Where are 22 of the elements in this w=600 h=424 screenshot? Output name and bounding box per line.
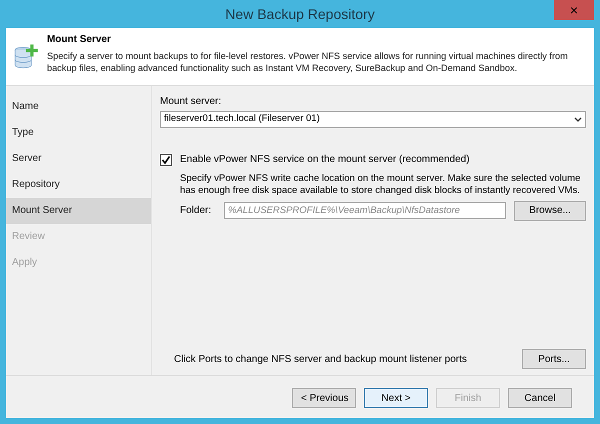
nfs-checkbox[interactable] (160, 154, 172, 166)
sidebar-item[interactable]: Server (6, 146, 151, 172)
browse-button[interactable]: Browse... (514, 200, 586, 221)
sidebar-item[interactable]: Repository (6, 172, 151, 198)
header-description: Specify a server to mount backups to for file-level restores. vPower NFS service allows for running virtual machines directly from backup files, enabling advanced functionality such as Instant VM Recovery, SureBackup and On-Demand Sandbox. (46, 51, 569, 74)
close-button[interactable]: × (554, 0, 594, 20)
folder-label: Folder: (180, 204, 212, 218)
wizard-button[interactable]: Next > (364, 388, 428, 408)
ports-hint: Click Ports to change NFS server and backup mount listener ports (174, 352, 467, 366)
mount-server-label: Mount server: (160, 95, 222, 109)
window-title: New Backup Repository (225, 4, 375, 24)
wizard-button[interactable]: < Previous (292, 388, 356, 408)
header-title: Mount Server (46, 33, 112, 47)
sidebar-item[interactable]: Type (6, 120, 151, 146)
mount-server-dropdown[interactable]: fileserver01.tech.local (Fileserver 01) (160, 111, 586, 128)
sidebar-item[interactable]: Name (6, 94, 151, 120)
ports-button[interactable]: Ports... (522, 349, 586, 369)
chevron-icon (574, 117, 582, 122)
nfs-description: Specify vPower NFS write cache location on the mount server. Make sure the selected volume has enough free disk space available to store changed disk blocks of instantly recovered VMs. (180, 173, 582, 198)
wizard-button[interactable]: Cancel (508, 388, 572, 408)
sidebar-item[interactable]: Mount Server (6, 198, 151, 224)
nfs-checkbox-label: Enable vPower NFS service on the mount server (recommended) (180, 153, 470, 167)
